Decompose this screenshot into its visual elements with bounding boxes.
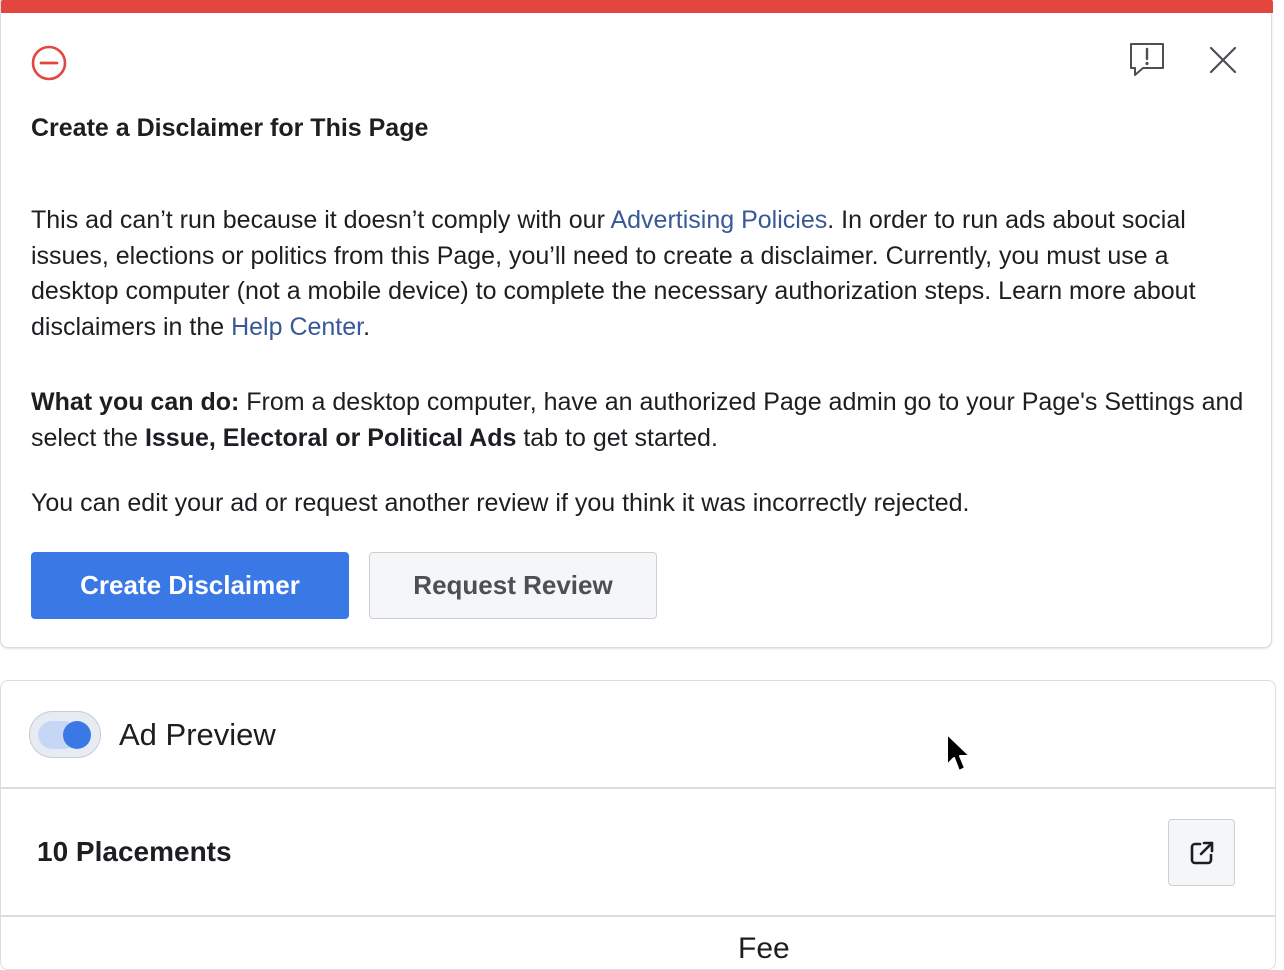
close-icon[interactable] xyxy=(1203,40,1243,80)
ad-preview-label: Ad Preview xyxy=(119,717,276,752)
advertising-policies-link[interactable]: Advertising Policies xyxy=(610,206,827,234)
toggle-knob xyxy=(63,721,91,749)
alert-error-bar xyxy=(1,0,1273,13)
alert-description-text-3: . xyxy=(363,312,371,341)
error-circle-minus-icon xyxy=(31,45,67,81)
what-you-can-do-text: What you can do: From a desktop computer… xyxy=(31,385,1251,456)
alert-description-text-1: This ad can’t run because it doesn’t com… xyxy=(31,206,611,234)
placements-count-label: 10 Placements xyxy=(37,836,232,867)
open-placements-button[interactable] xyxy=(1168,819,1235,886)
edit-or-review-text: You can edit your ad or request another … xyxy=(31,489,970,517)
alert-description: This ad can’t run because it doesn’t com… xyxy=(31,203,1251,345)
report-feedback-icon[interactable] xyxy=(1127,40,1167,80)
request-review-button[interactable]: Request Review xyxy=(369,552,657,619)
ad-preview-toggle[interactable] xyxy=(29,711,101,758)
what-you-can-do-text-2: tab to get started. xyxy=(516,423,718,452)
partial-placement-heading: Fee xyxy=(738,932,790,965)
alert-title: Create a Disclaimer for This Page xyxy=(31,114,429,142)
rejection-alert-card: Create a Disclaimer for This Page This a… xyxy=(0,0,1273,648)
section-divider xyxy=(0,915,1276,917)
political-ads-tab-name: Issue, Electoral or Political Ads xyxy=(144,423,517,452)
help-center-link[interactable]: Help Center xyxy=(231,313,363,341)
open-external-icon xyxy=(1190,841,1213,864)
create-disclaimer-button[interactable]: Create Disclaimer xyxy=(31,552,349,619)
what-you-can-do-lead: What you can do: xyxy=(31,388,240,416)
section-divider xyxy=(0,787,1276,789)
